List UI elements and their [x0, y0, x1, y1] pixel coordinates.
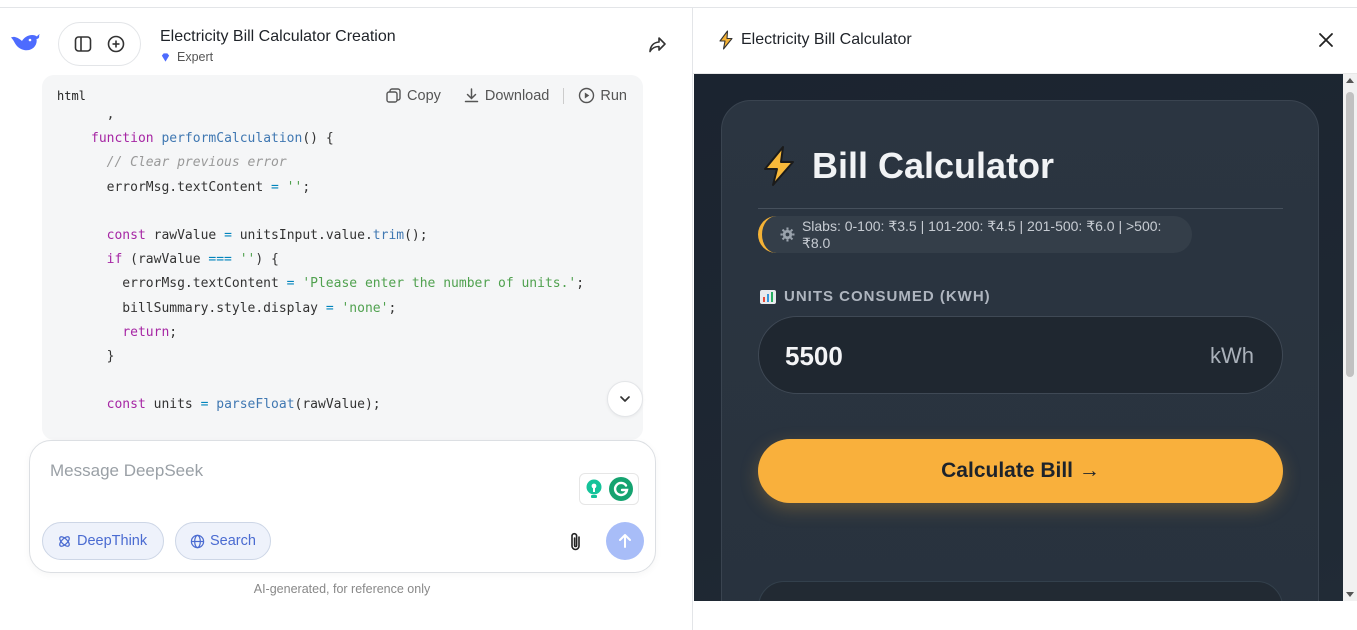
close-icon[interactable]	[1316, 30, 1336, 50]
units-label-text: UNITS CONSUMED (KWH)	[784, 288, 991, 305]
bolt-icon	[719, 30, 733, 50]
preview-pane: Electricity Bill Calculator Bill Calcula…	[692, 8, 1357, 630]
app-viewport: Bill Calculator Slabs: 0-100: ₹3.5 | 101…	[694, 74, 1344, 601]
run-label: Run	[600, 87, 627, 104]
preview-scrollbar[interactable]	[1343, 74, 1357, 601]
copy-button[interactable]: Copy	[385, 87, 441, 104]
send-button[interactable]	[606, 522, 644, 560]
grammarly-icon	[609, 477, 633, 501]
chevron-down-icon	[620, 396, 630, 402]
chat-pane: Electricity Bill Calculator Creation Exp…	[0, 8, 692, 630]
scrollbar-thumb[interactable]	[1346, 92, 1354, 377]
code-block: html Copy Download Run , function perfor…	[42, 75, 643, 440]
code-actions: Copy Download Run	[385, 87, 627, 104]
slabs-text: Slabs: 0-100: ₹3.5 | 101-200: ₹4.5 | 201…	[801, 217, 1162, 251]
bolt-icon	[764, 146, 794, 186]
code-language: html	[57, 89, 86, 103]
download-button[interactable]: Download	[463, 87, 550, 104]
download-icon	[464, 88, 479, 103]
code-content: , function performCalculation() { // Cle…	[91, 107, 585, 413]
globe-icon	[190, 534, 205, 548]
disclaimer: AI-generated, for reference only	[253, 582, 431, 596]
action-divider	[563, 87, 565, 104]
send-arrow-icon	[619, 534, 631, 548]
divider	[758, 208, 1283, 209]
calculator-card: Bill Calculator Slabs: 0-100: ₹3.5 | 101…	[721, 100, 1319, 601]
bill-summary-box	[758, 581, 1283, 601]
preview-title: Electricity Bill Calculator	[717, 30, 912, 50]
scroll-up-arrow[interactable]	[1346, 78, 1354, 83]
scroll-down-button[interactable]	[607, 381, 643, 417]
deepthink-label: DeepThink	[77, 533, 148, 549]
copy-label: Copy	[407, 87, 441, 104]
top-border	[0, 0, 1357, 8]
run-icon	[579, 87, 595, 104]
preview-header: Electricity Bill Calculator	[693, 8, 1357, 74]
lightbulb-icon	[586, 479, 602, 498]
share-icon[interactable]	[646, 34, 668, 56]
mode-label: Expert	[177, 50, 214, 64]
diamond-icon	[161, 52, 170, 62]
units-input[interactable]: 5500 kWh	[758, 316, 1283, 394]
deepthink-icon	[59, 535, 70, 547]
attach-icon[interactable]	[567, 531, 585, 553]
message-composer[interactable]: Message DeepSeek DeepThink Search	[29, 440, 656, 573]
units-label: UNITS CONSUMED (KWH)	[760, 288, 991, 305]
search-label: Search	[210, 533, 256, 549]
deepthink-toggle[interactable]: DeepThink	[42, 522, 164, 560]
sidebar-controls	[58, 22, 141, 66]
grammarly-widget[interactable]	[579, 473, 639, 505]
scroll-down-arrow[interactable]	[1346, 592, 1354, 597]
gear-icon	[780, 227, 795, 242]
mode-badge: Expert	[160, 50, 213, 64]
new-chat-icon[interactable]	[105, 33, 127, 55]
sidebar-toggle-icon[interactable]	[72, 33, 94, 55]
message-input[interactable]: Message DeepSeek	[50, 461, 203, 481]
deepseek-logo-icon[interactable]	[10, 30, 42, 56]
calculate-bill-button[interactable]: Calculate Bill →	[758, 439, 1283, 503]
chart-icon	[760, 289, 776, 304]
preview-title-text: Electricity Bill Calculator	[741, 31, 912, 48]
chat-title: Electricity Bill Calculator Creation	[160, 28, 396, 45]
copy-icon	[386, 88, 401, 103]
search-toggle[interactable]: Search	[175, 522, 271, 560]
calculator-heading: Bill Calculator	[758, 145, 1054, 187]
units-value[interactable]: 5500	[785, 341, 843, 372]
calculator-heading-text: Bill Calculator	[812, 145, 1055, 186]
run-button[interactable]: Run	[578, 87, 627, 104]
units-unit: kWh	[1210, 343, 1254, 368]
slabs-info: Slabs: 0-100: ₹3.5 | 101-200: ₹4.5 | 201…	[758, 216, 1192, 253]
download-label: Download	[484, 87, 550, 104]
